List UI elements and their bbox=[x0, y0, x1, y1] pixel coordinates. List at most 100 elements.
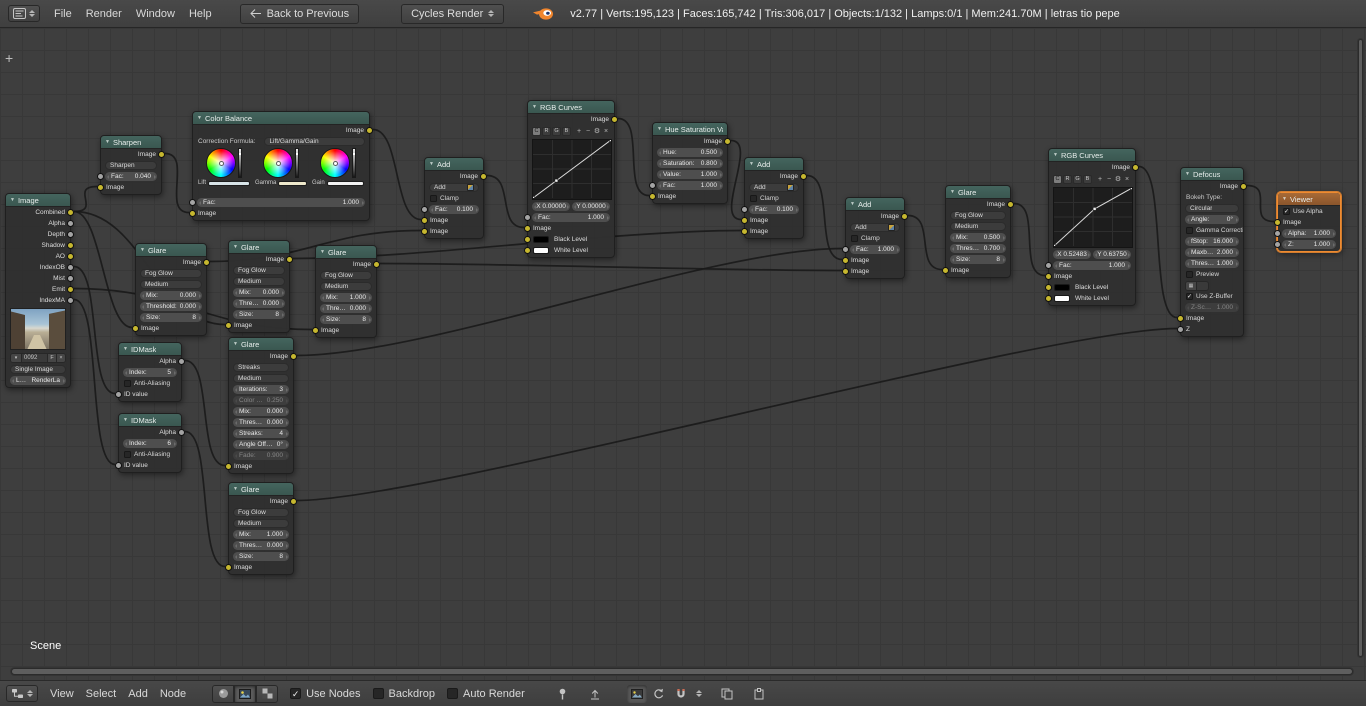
collapse-arrow-icon[interactable]: ▼ bbox=[320, 249, 325, 255]
socket-depth[interactable] bbox=[67, 231, 74, 238]
socket-out[interactable] bbox=[724, 138, 731, 145]
node-add2[interactable]: ▼ Add Image Add Clamp Fac: 0.100 Image Image bbox=[741, 157, 807, 239]
collapse-arrow-icon[interactable]: ▼ bbox=[1282, 196, 1287, 202]
field-fac[interactable]: Fac: 1.000 bbox=[657, 181, 723, 190]
field-threshold[interactable]: Threshold:1.000 bbox=[1185, 259, 1239, 268]
socket-in[interactable] bbox=[115, 391, 122, 398]
node-header[interactable]: ▼ Add bbox=[745, 158, 803, 171]
channel-r-button[interactable]: R bbox=[1063, 174, 1072, 184]
collapse-arrow-icon[interactable]: ▼ bbox=[850, 201, 855, 207]
node-header[interactable]: ▼ Sharpen bbox=[101, 136, 161, 149]
dropdown-fog-glow[interactable]: Fog Glow bbox=[320, 271, 372, 280]
image-icon[interactable] bbox=[467, 184, 474, 191]
socket-in[interactable] bbox=[115, 462, 122, 469]
node-link[interactable] bbox=[730, 139, 742, 221]
dropdown-fog-glow[interactable]: Fog Glow bbox=[140, 269, 202, 278]
channel-g-button[interactable]: G bbox=[1073, 174, 1082, 184]
image-datablock[interactable]: ▾ 0092 F × bbox=[10, 353, 66, 363]
socket-in[interactable] bbox=[942, 267, 949, 274]
checkbox-clamp[interactable]: Clamp bbox=[846, 235, 904, 242]
collapse-arrow-icon[interactable]: ▼ bbox=[429, 161, 434, 167]
field-size[interactable]: Size: 8 bbox=[140, 313, 202, 322]
color-wheel-gamma[interactable] bbox=[263, 148, 293, 178]
field-threshold[interactable]: Threshold:0.000 bbox=[233, 541, 289, 550]
image-icon[interactable] bbox=[787, 184, 794, 191]
socket-fac[interactable] bbox=[741, 206, 748, 213]
channel-b-button[interactable]: B bbox=[1083, 174, 1092, 184]
field-index[interactable]: Index: 5 bbox=[123, 368, 177, 377]
horizontal-scrollbar[interactable] bbox=[10, 667, 1354, 676]
node-header[interactable]: ▼ Glare bbox=[229, 483, 293, 496]
socket-in[interactable] bbox=[225, 463, 232, 470]
field-z[interactable]: Z: 1.000 bbox=[1282, 240, 1336, 249]
socket-indexob[interactable] bbox=[67, 264, 74, 271]
socket-out[interactable] bbox=[480, 173, 487, 180]
channel-r-button[interactable]: R bbox=[542, 126, 551, 136]
node-link[interactable] bbox=[164, 152, 190, 214]
node-curves2[interactable]: ▼ RGB Curves Image C R G B + − ⚙ × X 0.52483 Y 0.637… bbox=[1045, 148, 1139, 306]
collapse-arrow-icon[interactable]: ▼ bbox=[950, 189, 955, 195]
node-idmask1[interactable]: ▼ IDMask Alpha Index: 5 Anti-Aliasing ID value bbox=[115, 342, 185, 402]
dropdown-sharpen[interactable]: Sharpen bbox=[105, 161, 157, 170]
texture-nodes-button[interactable] bbox=[256, 684, 279, 703]
checkbox-icon[interactable]: ✓ bbox=[290, 688, 302, 699]
node-link[interactable] bbox=[1013, 202, 1046, 277]
zoom-out-icon[interactable]: − bbox=[584, 127, 592, 136]
wheel-value-slider[interactable] bbox=[238, 148, 242, 178]
socket-out[interactable] bbox=[203, 259, 210, 266]
field-color-modulation[interactable]: Color Modulation:0.250 bbox=[233, 396, 289, 405]
node-link[interactable] bbox=[184, 430, 226, 568]
collapse-arrow-icon[interactable]: ▼ bbox=[233, 486, 238, 492]
curve-point-y-field[interactable]: Y 0.63750 bbox=[1093, 250, 1131, 259]
field-threshold[interactable]: Threshold:0.000 bbox=[233, 418, 289, 427]
dropdown-medium[interactable]: Medium bbox=[140, 280, 202, 289]
field-value[interactable]: Value: 1.000 bbox=[657, 170, 723, 179]
field-index[interactable]: Index: 6 bbox=[123, 439, 177, 448]
zoom-in-icon[interactable]: + bbox=[575, 127, 583, 136]
collapse-arrow-icon[interactable]: ▼ bbox=[10, 197, 15, 203]
field-threshold[interactable]: Threshold:0.000 bbox=[233, 299, 285, 308]
socket-in[interactable] bbox=[1274, 219, 1281, 226]
checkbox-icon[interactable] bbox=[447, 688, 459, 699]
node-glareE[interactable]: ▼ Glare Image Fog Glow Medium Mix: 0.500 Thresh… bbox=[942, 185, 1014, 278]
compositing-nodes-button[interactable] bbox=[234, 684, 257, 703]
socket-white[interactable] bbox=[1045, 295, 1052, 302]
socket-out[interactable] bbox=[1007, 201, 1014, 208]
vertical-scrollbar[interactable] bbox=[1357, 38, 1364, 658]
wheel-color-strip[interactable] bbox=[278, 180, 307, 186]
socket-in[interactable] bbox=[524, 225, 531, 232]
socket-out[interactable] bbox=[800, 173, 807, 180]
menu-view[interactable]: View bbox=[50, 688, 74, 700]
socket-in[interactable] bbox=[97, 184, 104, 191]
node-link[interactable] bbox=[1246, 184, 1275, 223]
collapse-arrow-icon[interactable]: ▼ bbox=[532, 104, 537, 110]
collapse-arrow-icon[interactable]: ▼ bbox=[105, 139, 110, 145]
collapse-arrow-icon[interactable]: ▼ bbox=[197, 115, 202, 121]
node-header[interactable]: ▼ Glare bbox=[229, 241, 289, 254]
node-link[interactable] bbox=[379, 262, 843, 272]
field-fac[interactable]: Fac: 1.000 bbox=[532, 213, 610, 222]
socket-in[interactable] bbox=[189, 210, 196, 217]
socket-fac[interactable] bbox=[189, 199, 196, 206]
field-mix[interactable]: Mix: 0.500 bbox=[950, 233, 1006, 242]
use-nodes-toggle[interactable]: ✓ Use Nodes bbox=[290, 688, 361, 700]
curve-point-x-field[interactable]: X 0.00000 bbox=[532, 202, 570, 211]
node-hsv[interactable]: ▼Hue Saturation Value Image Hue:0.500 Satur… bbox=[649, 122, 731, 204]
color-wheel-gain[interactable] bbox=[320, 148, 350, 178]
field-fac[interactable]: Fac: 0.040 bbox=[105, 172, 157, 181]
auto-render-toggle[interactable]: Auto Render bbox=[447, 688, 525, 700]
socket-in1[interactable] bbox=[421, 217, 428, 224]
node-curves1[interactable]: ▼ RGB Curves Image C R G B + − ⚙ × X 0.00000 Y 0.000… bbox=[524, 100, 618, 258]
channel-c-button[interactable]: C bbox=[1053, 174, 1062, 184]
field-mix[interactable]: Mix: 0.000 bbox=[140, 291, 202, 300]
channel-b-button[interactable]: B bbox=[562, 126, 571, 136]
render-engine-select[interactable]: Cycles Render bbox=[401, 3, 505, 24]
copy-icon[interactable] bbox=[717, 685, 737, 703]
checkbox-icon[interactable] bbox=[372, 688, 384, 699]
node-header[interactable]: ▼ Add bbox=[846, 198, 904, 211]
dropdown-lift-gamma-gain[interactable]: Lift/Gamma/Gain bbox=[264, 137, 365, 146]
field-maxblur[interactable]: Maxblur: 2.000 bbox=[1185, 248, 1239, 257]
editor-type-button[interactable] bbox=[6, 685, 38, 702]
node-sharpen[interactable]: ▼ Sharpen Image Sharpen Fac: 0.040 Image bbox=[97, 135, 165, 195]
field-saturation[interactable]: Saturation: 0.800 bbox=[657, 159, 723, 168]
